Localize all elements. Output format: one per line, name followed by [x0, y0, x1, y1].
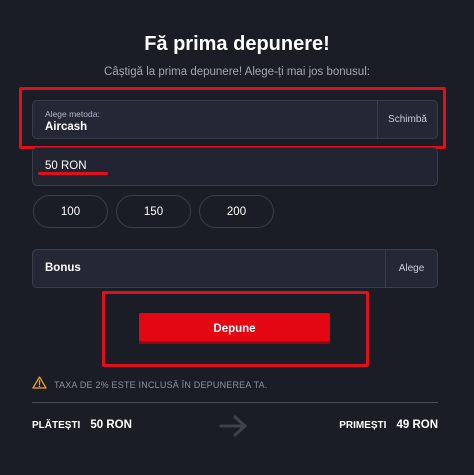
payment-method-value: Aircash [45, 121, 88, 133]
receive-summary: PRIMEȘTI 49 RON [339, 419, 438, 431]
choose-bonus-button[interactable]: Alege [385, 250, 437, 287]
payment-method-selector[interactable]: Alege metoda: Aircash Schimbă [32, 100, 438, 139]
pay-value: 50 RON [90, 419, 132, 431]
amount-field[interactable] [32, 147, 438, 186]
fee-notice: TAXA DE 2% ESTE INCLUSĂ ÎN DEPUNEREA TA. [32, 376, 268, 394]
bonus-selector[interactable]: Bonus Alege [32, 249, 438, 288]
deposit-button[interactable]: Depune [139, 313, 330, 344]
amount-input[interactable] [45, 160, 425, 172]
arrow-right-icon [218, 414, 250, 443]
summary-divider [32, 402, 438, 403]
pay-label: PLĂTEȘTI [32, 420, 81, 431]
page-title: Fă prima depunere! [144, 33, 330, 55]
change-method-button[interactable]: Schimbă [377, 101, 437, 138]
pay-summary: PLĂTEȘTI 50 RON [32, 419, 132, 431]
preset-amount-200[interactable]: 200 [199, 195, 274, 228]
bonus-label: Bonus [45, 262, 81, 274]
payment-method-label: Alege metoda: [45, 109, 100, 119]
receive-label: PRIMEȘTI [339, 420, 387, 431]
fee-notice-text: TAXA DE 2% ESTE INCLUSĂ ÎN DEPUNEREA TA. [54, 380, 268, 390]
preset-amount-150[interactable]: 150 [116, 195, 191, 228]
preset-amount-100[interactable]: 100 [33, 195, 108, 228]
amount-highlight-underline [38, 172, 108, 175]
page-subtitle: Câștigă la prima depunere! Alege-ți mai … [104, 66, 370, 78]
receive-value: 49 RON [396, 419, 438, 431]
warning-icon [32, 376, 47, 394]
